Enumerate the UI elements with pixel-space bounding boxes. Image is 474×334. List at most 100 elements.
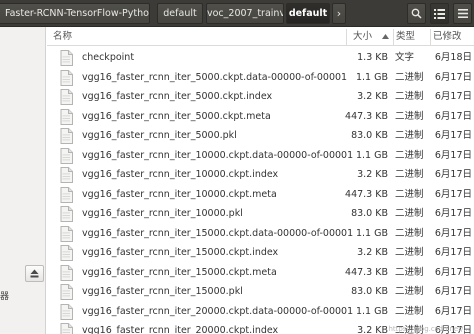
file-modified: 6月18日 [434,52,472,63]
file-type: 二进制 [395,266,424,278]
column-type-label: 类型 [396,31,416,42]
file-modified: 6月17日 [434,305,472,317]
file-row[interactable]: vgg16_faster_rcnn_iter_5000.ckpt.meta 447… [47,107,474,127]
file-row[interactable]: vgg16_faster_rcnn_iter_15000.ckpt.data-0… [47,224,474,244]
file-name: vgg16_faster_rcnn_iter_5000.ckpt.index [82,91,273,102]
file-icon [60,264,73,281]
file-size: 447.3 KB [345,188,388,200]
column-header-modified-cell[interactable]: 已修改 [431,29,474,45]
file-row[interactable]: vgg16_faster_rcnn_iter_10000.ckpt.meta 44… [47,185,474,205]
file-type: 二进制 [395,130,424,141]
file-type: 文字 [395,52,415,63]
file-icon [60,167,73,183]
eject-button[interactable] [25,265,44,282]
file-icon [60,108,73,125]
file-icon [60,147,73,164]
file-row[interactable]: vgg16_faster_rcnn_iter_10000.ckpt.index 3… [47,165,474,185]
file-icon [60,225,73,242]
file-name: vgg16_faster_rcnn_iter_5000.ckpt.data-00… [82,71,348,83]
file-row[interactable]: vgg16_faster_rcnn_iter_20000.ckpt.data-0… [47,302,474,322]
breadcrumb-default[interactable]: default [157,3,203,24]
file-size: 1.1 GB [355,305,388,317]
file-modified: 6月17日 [434,149,472,161]
file-name: vgg16_faster_rcnn_iter_15000.ckpt.index [82,247,279,258]
file-icon [60,206,73,222]
file-row[interactable]: vgg16_faster_rcnn_iter_10000.pkl 83.0 KB 二… [47,204,474,224]
file-name: checkpoint [82,52,135,63]
file-size: 447.3 KB [345,266,388,278]
file-type: 二进制 [395,227,424,239]
file-name: vgg16_faster_rcnn_iter_10000.ckpt.data-0… [82,149,354,161]
file-size: 3.2 KB [357,91,388,102]
sidebar-item-label[interactable]: 器 [0,289,9,302]
file-name: vgg16_faster_rcnn_iter_5000.ckpt.meta [82,110,271,122]
file-name: vgg16_faster_rcnn_iter_10000.ckpt.index [82,169,279,180]
file-modified: 6月17日 [434,91,472,102]
file-row[interactable]: vgg16_faster_rcnn_iter_5000.ckpt.data-00… [47,68,474,88]
file-modified: 6月17日 [434,130,472,141]
breadcrumb-voc-2007-trainval[interactable]: voc_2007_trainval [206,3,284,24]
breadcrumb-more-button[interactable]: › [332,3,346,24]
file-row[interactable]: vgg16_faster_rcnn_iter_15000.ckpt.index 3… [47,243,474,263]
file-name: vgg16_faster_rcnn_iter_10000.pkl [82,208,243,219]
file-name: vgg16_faster_rcnn_iter_15000.ckpt.meta [82,266,277,278]
list-view-button[interactable] [430,3,449,24]
file-name: vgg16_faster_rcnn_iter_15000.pkl [82,286,243,297]
file-modified: 6月17日 [434,208,472,219]
file-row[interactable]: vgg16_faster_rcnn_iter_15000.pkl 83.0 KB 二… [47,282,474,302]
file-icon [60,186,73,203]
file-icon [60,128,73,144]
search-button[interactable] [407,3,426,24]
file-modified: 6月17日 [434,110,472,122]
file-size: 1.1 GB [355,227,388,239]
list-view-icon [434,8,445,19]
file-name: vgg16_faster_rcnn_iter_5000.pkl [82,130,237,141]
breadcrumb-current-default[interactable]: default [286,3,330,24]
file-list: checkpoint 1.3 KB 文字 6月18日 vgg16_faster_rcnn… [47,48,474,334]
file-size: 447.3 KB [345,110,388,122]
file-icon [60,245,73,261]
breadcrumb-project[interactable]: Faster-RCNN-TensorFlow-Python3.5 [0,3,150,24]
column-modified-label: 已修改 [433,31,462,42]
file-row[interactable]: vgg16_faster_rcnn_iter_10000.ckpt.data-0… [47,146,474,166]
file-icon [60,89,73,105]
column-header-type-cell[interactable]: 类型 [394,29,431,45]
sidebar: 器 [0,27,46,334]
file-size: 83.0 KB [351,208,388,219]
file-size: 83.0 KB [351,130,388,141]
file-size: 1.1 GB [355,149,388,161]
file-type: 二进制 [395,91,424,102]
file-size: 1.3 KB [357,52,388,63]
file-size: 3.2 KB [357,169,388,180]
file-type: 二进制 [395,110,424,122]
file-type: 二进制 [395,188,424,200]
eject-icon [30,269,39,278]
column-header-name-cell[interactable]: 名称 [47,29,347,45]
menu-button[interactable] [453,3,472,24]
file-size: 83.0 KB [351,286,388,297]
file-row[interactable]: checkpoint 1.3 KB 文字 6月18日 [47,48,474,68]
file-name: vgg16_faster_rcnn_iter_20000.ckpt.data-0… [82,305,354,317]
file-icon [60,50,73,66]
file-modified: 6月17日 [434,227,472,239]
file-name: vgg16_faster_rcnn_iter_20000.ckpt.index [82,325,279,334]
file-modified: 6月17日 [434,247,472,258]
file-type: 二进制 [395,247,424,258]
file-name: vgg16_faster_rcnn_iter_10000.ckpt.meta [82,188,277,200]
file-icon [60,69,73,86]
file-row[interactable]: vgg16_faster_rcnn_iter_5000.ckpt.index 3.… [47,87,474,107]
file-type: 二进制 [395,71,424,83]
column-size-label: 大小 [353,31,373,42]
file-type: 二进制 [395,305,424,317]
file-modified: 6月17日 [434,286,472,297]
column-header: 名称 大小 类型 已修改 [47,29,474,46]
sort-ascending-icon [382,34,389,39]
file-size: 3.2 KB [357,247,388,258]
file-type: 二进制 [395,169,424,180]
file-name: vgg16_faster_rcnn_iter_15000.ckpt.data-0… [82,227,354,239]
file-modified: 6月17日 [434,266,472,278]
file-row[interactable]: vgg16_faster_rcnn_iter_15000.ckpt.meta 44… [47,263,474,283]
file-size: 1.1 GB [355,71,388,83]
file-size: 3.2 KB [357,325,388,334]
file-row[interactable]: vgg16_faster_rcnn_iter_5000.pkl 83.0 KB 二进… [47,126,474,146]
